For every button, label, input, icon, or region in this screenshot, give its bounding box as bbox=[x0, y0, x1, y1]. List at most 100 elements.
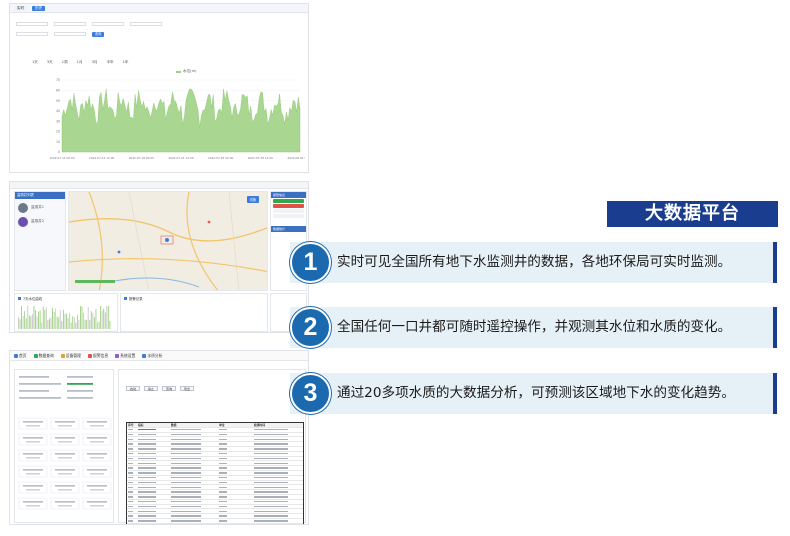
mini-bar bbox=[78, 319, 80, 329]
table-cell bbox=[253, 461, 301, 465]
table-cell bbox=[127, 476, 137, 480]
mini-bar bbox=[61, 321, 63, 329]
mini-bar bbox=[89, 319, 91, 329]
table-row[interactable] bbox=[127, 524, 303, 525]
y-tick-label: 30 bbox=[56, 119, 60, 123]
filter-input[interactable] bbox=[54, 21, 86, 27]
table-cell bbox=[253, 505, 301, 509]
table-cell bbox=[170, 495, 218, 499]
info-cell bbox=[18, 465, 48, 478]
start-button[interactable]: 启动 bbox=[126, 386, 141, 391]
range-button[interactable]: 3月 bbox=[92, 60, 98, 65]
info-text-line bbox=[90, 425, 104, 427]
water-level-area-chart: 706050403020100 2022-07-11 00:00 2022-07-… bbox=[50, 78, 305, 160]
export-button[interactable]: 导出 bbox=[180, 386, 195, 391]
range-button[interactable]: 半年 bbox=[106, 60, 113, 65]
filter-input[interactable] bbox=[130, 21, 162, 27]
range-button[interactable]: 1年 bbox=[123, 60, 129, 65]
info-text-line bbox=[58, 505, 72, 507]
well-info-panel bbox=[14, 369, 114, 523]
mini-bar bbox=[47, 320, 49, 329]
mini-bar bbox=[76, 314, 78, 329]
panel-title: 7天水位曲线 bbox=[15, 294, 117, 303]
table-cell bbox=[253, 481, 301, 485]
table-cell bbox=[127, 466, 137, 470]
menu-item-alarm[interactable]: 报警信息 bbox=[87, 353, 108, 359]
well-list-panel: 监测井列表 监测井1 监测井2 bbox=[14, 191, 66, 291]
info-text-line bbox=[26, 489, 40, 491]
info-cell bbox=[50, 465, 80, 478]
mini-bar bbox=[27, 305, 29, 329]
table-cell bbox=[127, 495, 137, 499]
legend-label: 水位(m) bbox=[183, 69, 197, 73]
table-cell bbox=[137, 452, 170, 456]
map-switch-button[interactable]: 切换 bbox=[246, 196, 259, 203]
well-map[interactable]: 切换 bbox=[68, 191, 268, 291]
table-cell bbox=[137, 519, 170, 523]
table-cell bbox=[218, 476, 253, 480]
table-cell bbox=[253, 428, 301, 432]
table-cell bbox=[137, 485, 170, 489]
table-cell bbox=[170, 490, 218, 494]
stop-button[interactable]: 停止 bbox=[144, 386, 159, 391]
y-tick-label: 0 bbox=[58, 150, 60, 154]
info-text-line bbox=[55, 501, 75, 503]
filter-input[interactable] bbox=[16, 31, 48, 37]
menu-item-device[interactable]: 设备管理 bbox=[60, 353, 81, 359]
mini-bar bbox=[95, 309, 97, 329]
info-text-line bbox=[26, 457, 40, 459]
info-text-line bbox=[26, 425, 40, 427]
well-item[interactable]: 监测井1 bbox=[18, 203, 62, 213]
info-text-line bbox=[90, 441, 104, 443]
table-cell bbox=[218, 519, 253, 523]
menu-item-analysis[interactable]: 水质分析 bbox=[142, 353, 163, 359]
query-button[interactable]: 查询 bbox=[92, 31, 105, 37]
info-text-line bbox=[23, 501, 43, 503]
y-tick-label: 60 bbox=[56, 88, 60, 92]
filter-input[interactable] bbox=[54, 31, 86, 37]
menu-item-settings[interactable]: 系统设置 bbox=[115, 353, 135, 359]
menu-item-home[interactable]: 首页 bbox=[14, 353, 27, 359]
range-button[interactable]: 1天 bbox=[32, 60, 38, 65]
feature-edge bbox=[773, 373, 777, 414]
y-tick-label: 10 bbox=[56, 140, 60, 144]
mini-bar bbox=[58, 317, 60, 329]
table-cell bbox=[218, 457, 253, 461]
query-button[interactable]: 查询 bbox=[162, 386, 177, 391]
table-cell bbox=[137, 442, 170, 446]
quality-panel: 启动 停止 查询 导出 序号 指标 数值 单位 检测时间 bbox=[118, 369, 306, 525]
filter-row-2: 查询 bbox=[16, 31, 105, 37]
range-button[interactable]: 1月 bbox=[77, 60, 83, 65]
feature-edge bbox=[773, 242, 777, 283]
range-button[interactable]: 1周 bbox=[62, 60, 68, 65]
info-grid bbox=[18, 376, 112, 510]
tab-history[interactable]: 历史 bbox=[32, 6, 46, 11]
table-cell bbox=[170, 509, 218, 513]
well-item[interactable]: 监测井2 bbox=[18, 217, 62, 227]
table-cell bbox=[170, 461, 218, 465]
table-cell bbox=[137, 524, 170, 525]
filter-input[interactable] bbox=[16, 21, 48, 27]
table-cell bbox=[170, 428, 218, 432]
menu-item-data[interactable]: 数据查询 bbox=[33, 353, 54, 359]
x-tick-label: 2022-07-18 00:00 bbox=[129, 156, 154, 160]
table-cell bbox=[127, 490, 137, 494]
table-cell bbox=[253, 476, 301, 480]
range-button[interactable]: 3天 bbox=[47, 60, 53, 65]
table-cell bbox=[137, 481, 170, 485]
info-cell bbox=[18, 497, 48, 510]
y-tick-label: 50 bbox=[56, 99, 60, 103]
info-text-line bbox=[90, 473, 104, 475]
table-cell bbox=[127, 452, 137, 456]
table-cell bbox=[170, 485, 218, 489]
info-cell bbox=[82, 481, 112, 494]
filter-input[interactable] bbox=[92, 21, 124, 27]
status-bar bbox=[273, 199, 304, 203]
info-text-line bbox=[58, 441, 72, 443]
table-cell bbox=[253, 466, 301, 470]
alarm-title: 报警信息 bbox=[271, 192, 306, 198]
info-text-line bbox=[19, 376, 49, 378]
info-text-line bbox=[23, 421, 43, 423]
feature-number: 1 bbox=[290, 242, 331, 283]
tab-realtime[interactable]: 实时 bbox=[14, 6, 28, 11]
